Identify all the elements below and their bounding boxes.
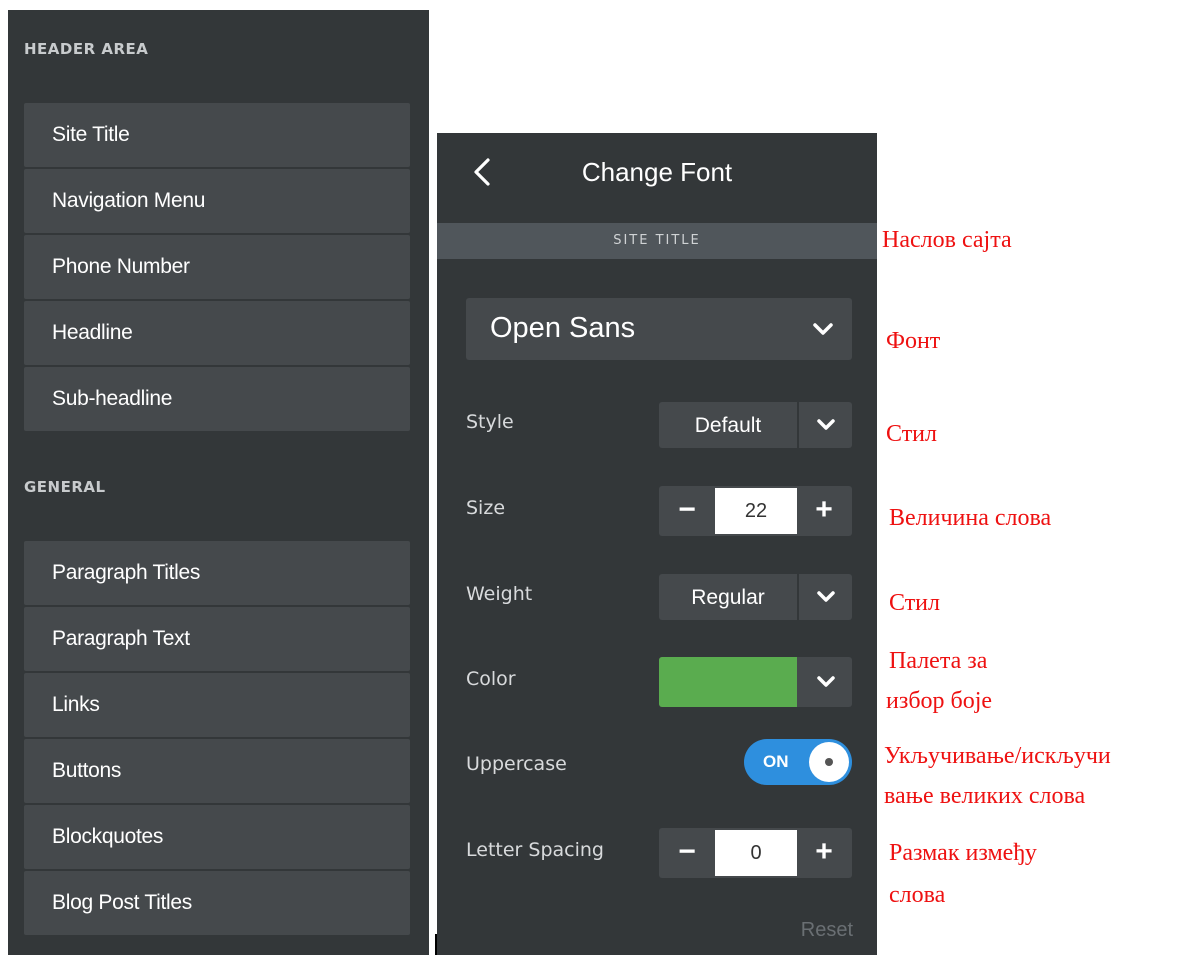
chevron-down-icon: [817, 591, 835, 602]
annotation-size: Величина слова: [889, 505, 1052, 531]
annotation-spacing-line2: слова: [889, 882, 946, 908]
size-label: Size: [466, 497, 506, 519]
font-family-value: Open Sans: [490, 312, 636, 344]
menu-item-blog-post-titles[interactable]: Blog Post Titles: [24, 871, 410, 935]
change-font-panel: Change Font SITE TITLE Open Sans Style D…: [437, 133, 877, 955]
annotation-uppercase-line1: Укључивање/искључи: [884, 743, 1111, 769]
style-label: Style: [466, 411, 514, 433]
menu-item-links[interactable]: Links: [24, 673, 410, 737]
annotation-font: Фонт: [886, 328, 941, 354]
annotation-style: Стил: [886, 421, 937, 447]
toggle-knob: [809, 742, 849, 782]
menu-item-phone-number[interactable]: Phone Number: [24, 235, 410, 299]
letter-spacing-stepper: − 0 +: [659, 828, 852, 878]
chevron-down-icon: [817, 419, 835, 430]
header-area-heading: HEADER AREA: [24, 40, 149, 58]
chevron-down-icon: [813, 323, 833, 335]
general-heading: GENERAL: [24, 478, 106, 496]
annotation-spacing-line1: Размак између: [889, 840, 1037, 866]
menu-item-paragraph-titles[interactable]: Paragraph Titles: [24, 541, 410, 605]
header-area-menu: Site Title Navigation Menu Phone Number …: [24, 103, 410, 433]
menu-item-navigation-menu[interactable]: Navigation Menu: [24, 169, 410, 233]
annotation-weight: Стил: [889, 590, 940, 616]
size-stepper: − 22 +: [659, 486, 852, 536]
menu-item-blockquotes[interactable]: Blockquotes: [24, 805, 410, 869]
menu-item-site-title[interactable]: Site Title: [24, 103, 410, 167]
panel-title: Change Font: [581, 157, 733, 187]
menu-item-paragraph-text[interactable]: Paragraph Text: [24, 607, 410, 671]
letter-spacing-label: Letter Spacing: [466, 839, 604, 861]
weight-dropdown[interactable]: Regular: [659, 574, 852, 620]
menu-item-sub-headline[interactable]: Sub-headline: [24, 367, 410, 431]
knob-dot-icon: [825, 758, 833, 766]
letter-spacing-input[interactable]: 0: [715, 830, 797, 876]
section-label: SITE TITLE: [437, 223, 877, 259]
panel-header: Change Font: [437, 133, 877, 221]
chevron-down-icon: [817, 676, 835, 687]
style-value: Default: [694, 414, 762, 437]
font-family-select[interactable]: Open Sans: [466, 298, 852, 360]
general-menu: Paragraph Titles Paragraph Text Links Bu…: [24, 541, 410, 937]
menu-item-headline[interactable]: Headline: [24, 301, 410, 365]
uppercase-label: Uppercase: [466, 753, 567, 775]
divider: [797, 402, 799, 448]
color-swatch: [659, 657, 797, 707]
letter-spacing-increment-button[interactable]: +: [796, 828, 852, 878]
weight-value: Regular: [691, 586, 765, 609]
annotation-color-line2: избор боје: [886, 688, 993, 714]
weight-label: Weight: [466, 583, 533, 605]
menu-item-buttons[interactable]: Buttons: [24, 739, 410, 803]
size-input[interactable]: 22: [715, 488, 797, 534]
uppercase-toggle[interactable]: ON: [744, 739, 852, 785]
letter-spacing-decrement-button[interactable]: −: [659, 828, 715, 878]
settings-sidebar: HEADER AREA Site Title Navigation Menu P…: [8, 10, 429, 955]
style-dropdown[interactable]: Default: [659, 402, 852, 448]
size-increment-button[interactable]: +: [796, 486, 852, 536]
color-picker[interactable]: [659, 657, 852, 707]
toggle-state-label: ON: [763, 752, 789, 771]
annotation-uppercase-line2: вање великих слова: [884, 783, 1086, 809]
annotation-color-line1: Палета за: [889, 648, 988, 674]
reset-link[interactable]: Reset: [801, 919, 853, 942]
color-label: Color: [466, 668, 516, 690]
size-decrement-button[interactable]: −: [659, 486, 715, 536]
divider: [797, 574, 799, 620]
text-cursor: [435, 934, 437, 955]
annotation-site-title: Наслов сајта: [882, 227, 1012, 253]
